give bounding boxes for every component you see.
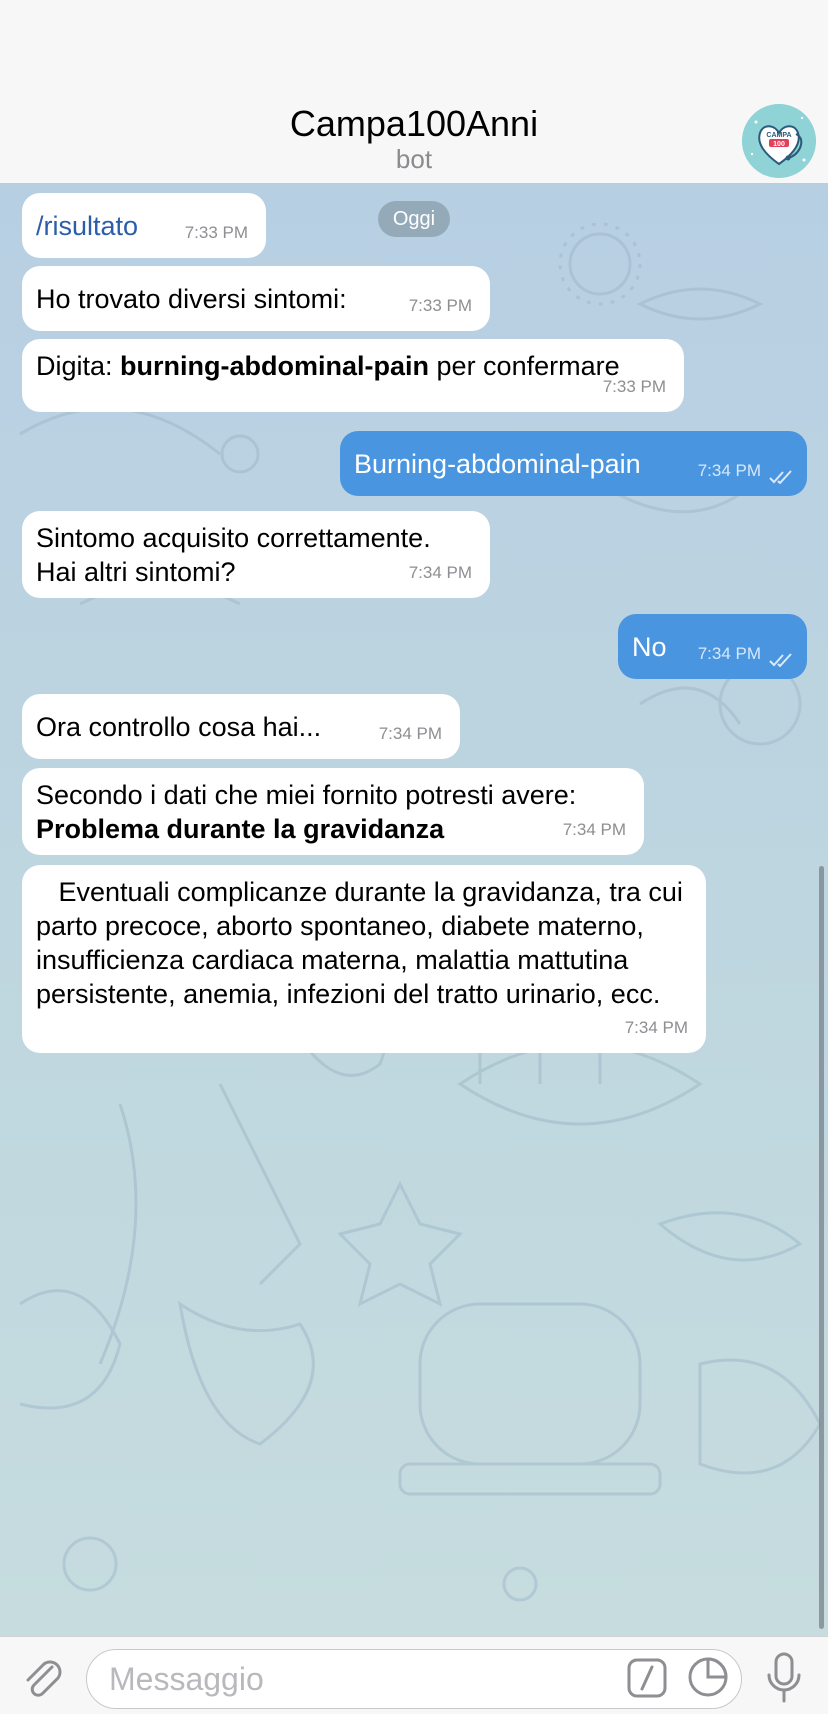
message-time: 7:33 PM <box>602 377 666 396</box>
incoming-message[interactable]: Digita: burning-abdominal-pain per confe… <box>22 339 684 412</box>
message-text: Ho trovato diversi sintomi: <box>36 284 347 314</box>
chat-title[interactable]: Campa100Anni <box>0 103 828 145</box>
bot-command-link[interactable]: /risultato <box>36 209 138 243</box>
incoming-message[interactable]: Ora controllo cosa hai... 7:34 PM <box>22 694 460 759</box>
message-time: 7:33 PM <box>184 223 248 242</box>
message-time: 7:34 PM <box>697 461 761 480</box>
outgoing-message[interactable]: No 7:34 PM <box>618 614 807 679</box>
date-divider: Oggi <box>378 201 450 237</box>
incoming-message[interactable]: /risultato 7:33 PM <box>22 193 266 258</box>
sticker-icon[interactable] <box>686 1655 730 1699</box>
incoming-message[interactable]: Eventuali complicanze durante la gravida… <box>22 865 706 1053</box>
message-time: 7:34 PM <box>408 563 472 582</box>
message-text: Burning-abdominal-pain <box>354 449 641 479</box>
bot-avatar[interactable]: CAMPA 100 <box>742 104 816 178</box>
svg-text:100: 100 <box>773 141 785 148</box>
scrollbar[interactable] <box>819 866 824 1629</box>
microphone-icon[interactable] <box>764 1651 804 1705</box>
message-text: Ora controllo cosa hai... <box>36 712 322 742</box>
message-list[interactable]: Oggi /risultato 7:33 PM Ho trovato diver… <box>0 184 828 1636</box>
heart-stethoscope-icon: CAMPA 100 <box>742 104 816 178</box>
incoming-message[interactable]: Ho trovato diversi sintomi: 7:33 PM <box>22 266 490 331</box>
message-text: Secondo i dati che miei fornito potresti… <box>36 780 577 844</box>
outgoing-message[interactable]: Burning-abdominal-pain 7:34 PM <box>340 431 807 496</box>
message-text: Eventuali complicanze durante la gravida… <box>36 877 683 1009</box>
read-receipt-icon <box>769 470 792 484</box>
incoming-message[interactable]: Sintomo acquisito correttamente. Hai altr… <box>22 511 490 598</box>
read-receipt-icon <box>769 653 792 667</box>
message-time: 7:33 PM <box>408 296 472 315</box>
message-time: 7:34 PM <box>562 820 626 839</box>
chat-status: bot <box>395 144 433 174</box>
incoming-message[interactable]: Secondo i dati che miei fornito potresti… <box>22 768 644 855</box>
message-text: No <box>632 632 667 662</box>
bot-commands-icon[interactable] <box>626 1657 668 1699</box>
chat-header: Campa100Anni bot CAMPA 100 <box>0 0 828 184</box>
message-time: 7:34 PM <box>378 724 442 743</box>
message-input-bar <box>0 1636 828 1714</box>
attachment-icon[interactable] <box>18 1653 66 1701</box>
message-text: Digita: burning-abdominal-pain per confe… <box>36 351 620 381</box>
svg-text:CAMPA: CAMPA <box>766 132 791 139</box>
message-text: Sintomo acquisito correttamente. Hai altr… <box>36 523 431 587</box>
message-time: 7:34 PM <box>697 644 761 663</box>
message-time: 7:34 PM <box>624 1018 688 1037</box>
